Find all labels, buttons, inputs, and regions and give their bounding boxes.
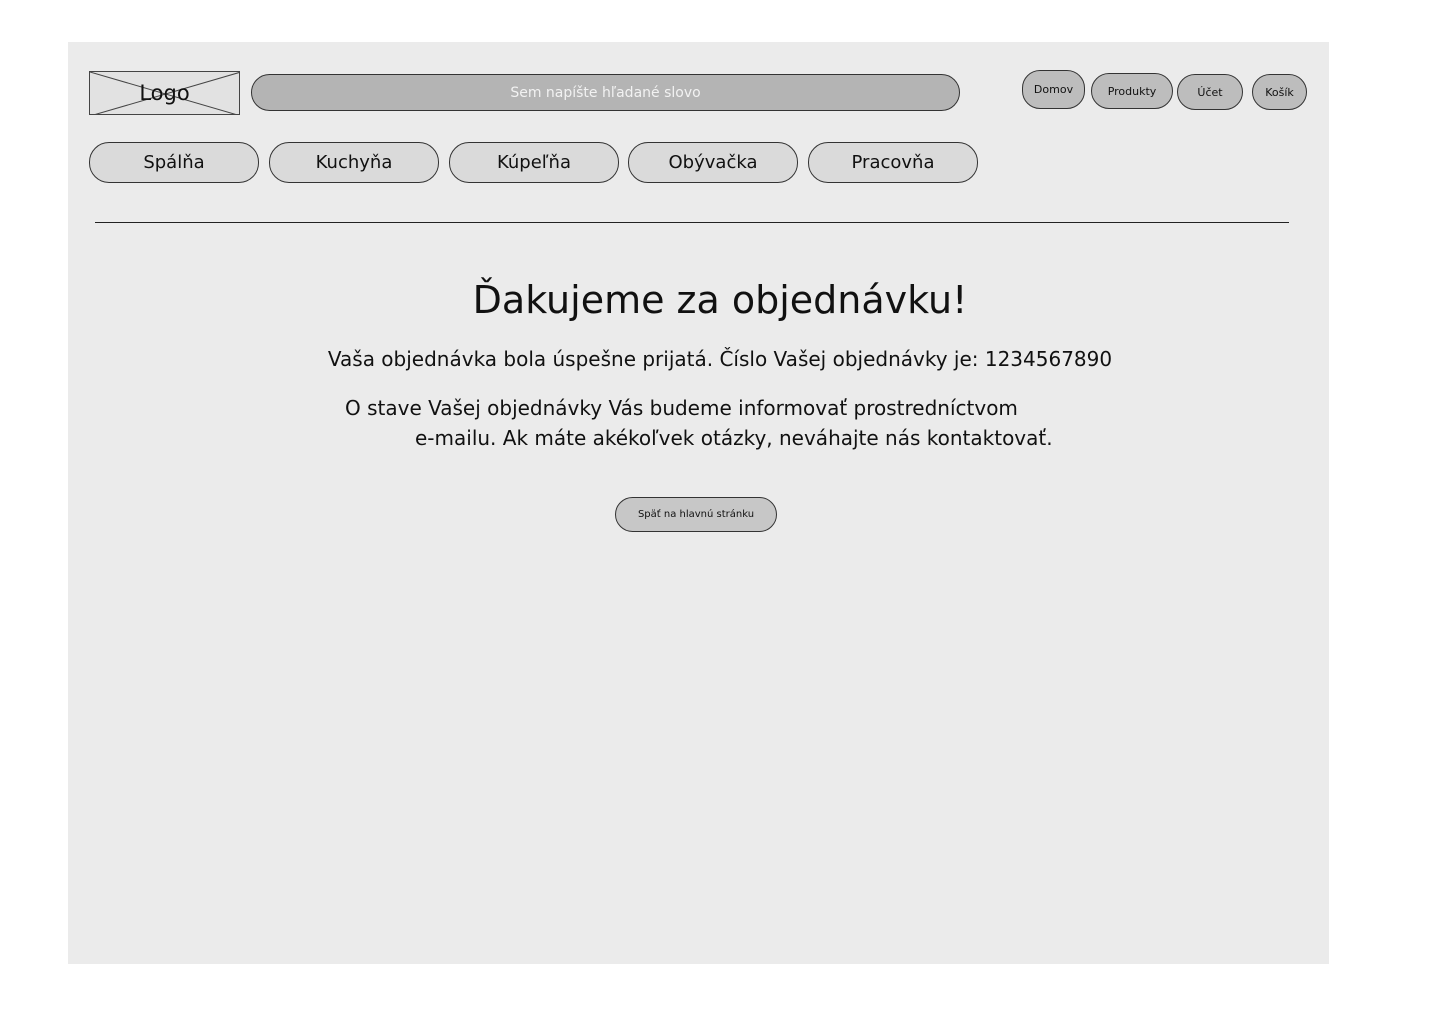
nav-account-button[interactable]: Účet (1177, 74, 1243, 110)
nav-home-button[interactable]: Domov (1022, 70, 1085, 109)
back-to-home-button[interactable]: Späť na hlavnú stránku (615, 497, 777, 532)
category-kitchen[interactable]: Kuchyňa (269, 142, 439, 183)
search-input[interactable] (251, 74, 960, 111)
category-study[interactable]: Pracovňa (808, 142, 978, 183)
order-info-text-line1: O stave Vašej objednávky Vás budeme info… (345, 396, 1018, 420)
order-info-text-line2: e-mailu. Ak máte akékoľvek otázky, neváh… (415, 426, 1053, 450)
header-divider (95, 222, 1289, 223)
logo-placeholder[interactable]: Logo (89, 71, 240, 115)
page-title: Ďakujeme za objednávku! (472, 278, 968, 322)
order-confirmation-text: Vaša objednávka bola úspešne prijatá. Čí… (327, 347, 1113, 371)
nav-cart-button[interactable]: Košík (1252, 74, 1307, 110)
logo-text: Logo (139, 81, 190, 105)
category-living-room[interactable]: Obývačka (628, 142, 798, 183)
nav-products-button[interactable]: Produkty (1091, 73, 1173, 109)
category-bedroom[interactable]: Spálňa (89, 142, 259, 183)
category-bathroom[interactable]: Kúpeľňa (449, 142, 619, 183)
